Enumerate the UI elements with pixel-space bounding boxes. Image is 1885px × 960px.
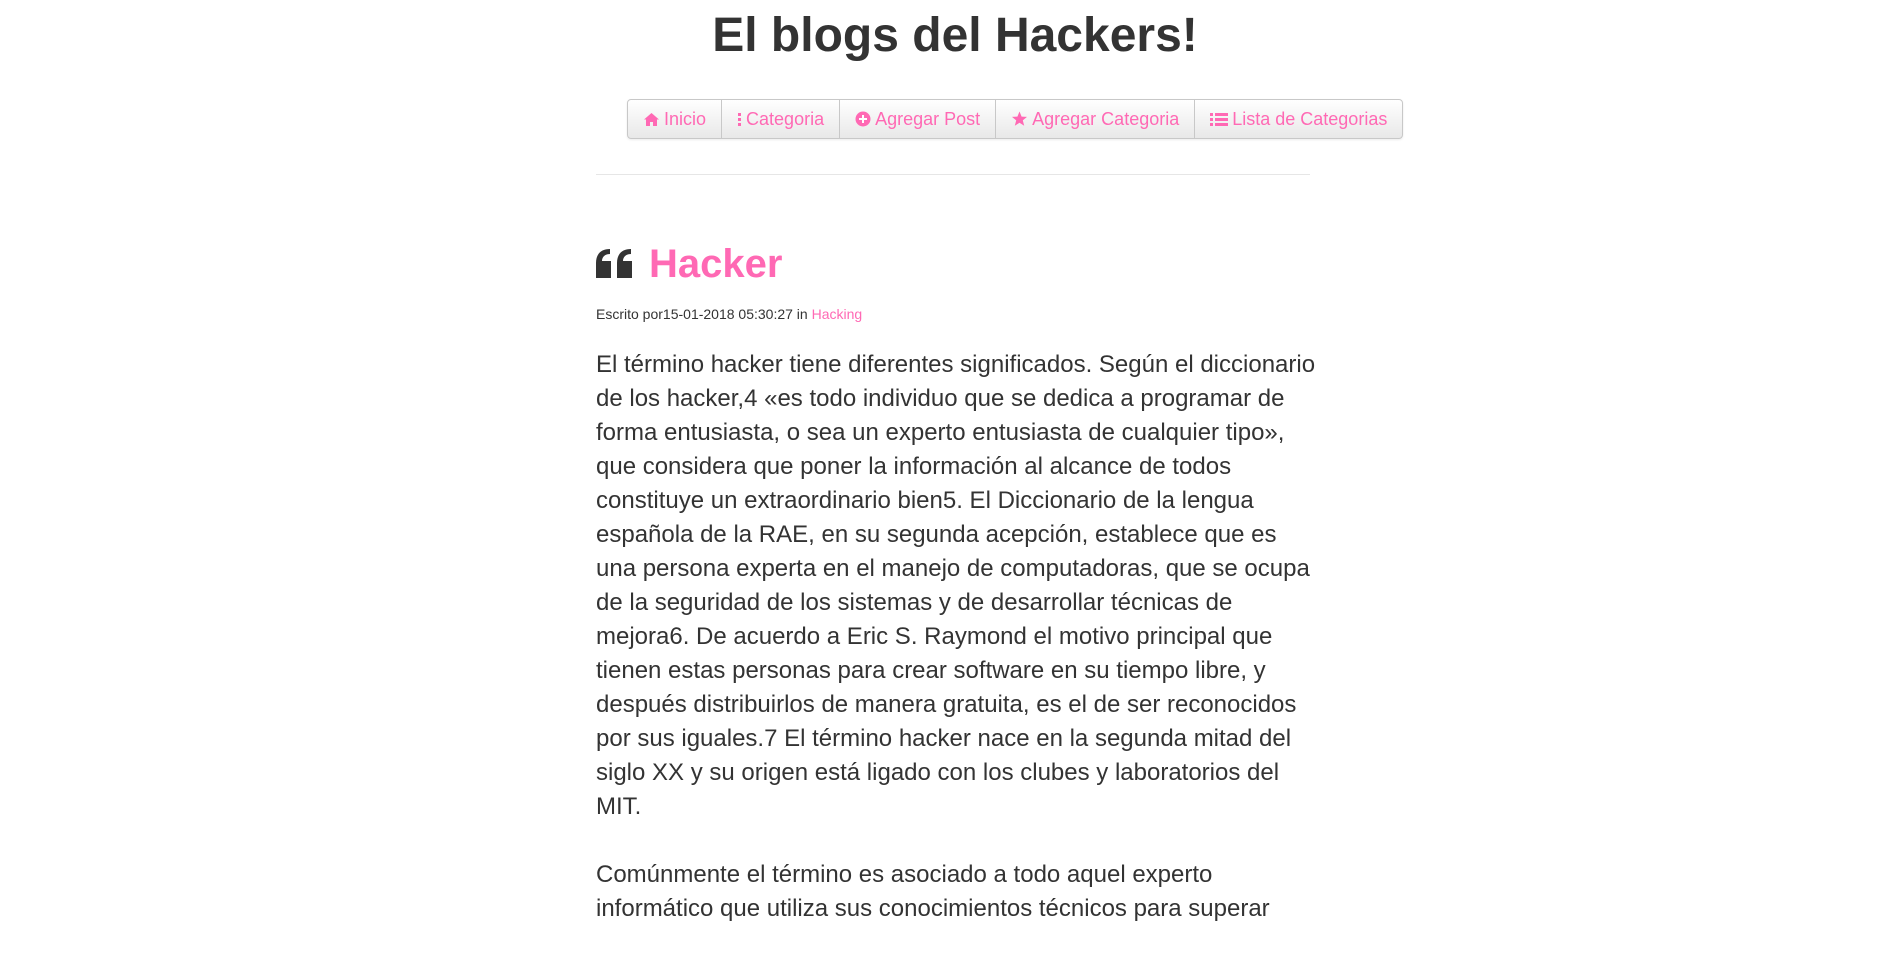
nav-item-lista-de-categorias[interactable]: Lista de Categorias	[1195, 100, 1402, 138]
post-paragraph: Comúnmente el término es asociado a todo…	[596, 861, 1270, 922]
nav-item-agregar-post[interactable]: Agregar Post	[840, 100, 997, 138]
nav-item-label: Agregar Categoria	[1032, 108, 1180, 129]
site-title: El blogs del Hackers!	[712, 9, 1198, 62]
category-link[interactable]: Hacking	[812, 306, 863, 322]
nav-item-categoria[interactable]: Categoria	[722, 100, 841, 138]
post-meta: Escrito por15-01-2018 05:30:27 in Hackin…	[596, 306, 1316, 322]
post-title[interactable]: Hacker	[649, 242, 782, 287]
star-icon	[1011, 111, 1028, 127]
nav-item-agregar-categoria[interactable]: Agregar Categoria	[996, 100, 1196, 138]
vertical-dots-icon	[737, 112, 742, 127]
nav-item-label: Inicio	[664, 108, 707, 129]
blog-post: Hacker Escrito por15-01-2018 05:30:27 in…	[596, 236, 1316, 960]
nav-item-label: Lista de Categorias	[1232, 108, 1388, 129]
header-divider	[596, 174, 1310, 175]
quote-icon	[596, 249, 633, 279]
nav-item-inicio[interactable]: Inicio	[628, 100, 723, 138]
nav-item-label: Agregar Post	[875, 108, 981, 129]
meta-prefix: Escrito por	[596, 306, 663, 322]
meta-in: in	[792, 306, 812, 322]
home-icon	[643, 112, 660, 127]
main-nav: Inicio Categoria Agregar Post Agregar Ca…	[627, 99, 1404, 139]
list-icon	[1210, 112, 1229, 127]
post-body: El término hacker tiene diferentes signi…	[596, 348, 1316, 926]
post-paragraph: El término hacker tiene diferentes signi…	[596, 351, 1316, 820]
post-header: Hacker	[596, 236, 1316, 292]
plus-circle-icon	[855, 111, 871, 127]
post-date: 15-01-2018 05:30:27	[662, 306, 793, 322]
nav-item-label: Categoria	[746, 108, 825, 129]
